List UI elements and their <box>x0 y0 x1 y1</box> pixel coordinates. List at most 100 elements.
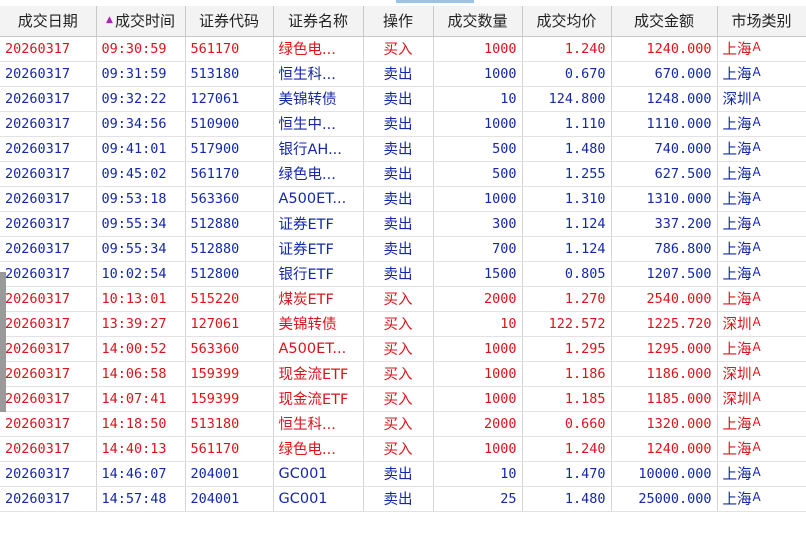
cell-avg-price: 1.255 <box>522 161 612 187</box>
table-row[interactable]: 20260317 10:13:01 515220 煤炭ETF 买入 2000 1.270 25… <box>0 286 806 312</box>
cell-date: 20260317 <box>0 36 97 62</box>
market-name: 深圳 <box>722 92 752 108</box>
cell-time: 09:30:59 <box>96 36 186 62</box>
cell-amount: 1207.500 <box>611 261 718 287</box>
market-name: 上海 <box>722 467 752 483</box>
cell-avg-price: 1.185 <box>522 386 612 412</box>
cell-avg-price: 124.800 <box>522 86 612 112</box>
cell-time: 13:39:27 <box>96 311 186 337</box>
cell-name: 美锦转债 <box>273 311 364 337</box>
column-header-code[interactable]: 证券代码 <box>185 6 274 37</box>
cell-quantity: 1000 <box>433 436 523 462</box>
cell-date: 20260317 <box>0 436 97 462</box>
cell-operation: 卖出 <box>363 86 434 112</box>
cell-amount: 627.500 <box>611 161 718 187</box>
cell-amount: 1110.000 <box>611 111 718 137</box>
table-row[interactable]: 20260317 10:02:54 512800 银行ETF 卖出 1500 0.805 12… <box>0 261 806 287</box>
cell-quantity: 1000 <box>433 186 523 212</box>
cell-name: A500ET... <box>273 336 364 362</box>
cell-date: 20260317 <box>0 461 97 487</box>
cell-date: 20260317 <box>0 311 97 337</box>
cell-time: 14:57:48 <box>96 486 186 512</box>
market-suffix: A <box>752 90 761 104</box>
market-name: 上海 <box>722 67 752 83</box>
table-row[interactable]: 20260317 09:45:02 561170 绿色电... 卖出 500 1.255 62… <box>0 161 806 187</box>
cell-time: 09:55:34 <box>96 211 186 237</box>
cell-market: 上海A <box>717 186 806 212</box>
cell-time: 09:53:18 <box>96 186 186 212</box>
cell-name: 恒生中... <box>273 111 364 137</box>
cell-operation: 卖出 <box>363 61 434 87</box>
column-header-avg-price[interactable]: 成交均价 <box>522 6 612 37</box>
column-header-operation[interactable]: 操作 <box>363 6 434 37</box>
market-suffix: A <box>752 440 761 454</box>
table-row[interactable]: 20260317 14:07:41 159399 现金流ETF 买入 1000 1.185 1… <box>0 386 806 412</box>
table-row[interactable]: 20260317 09:31:59 513180 恒生科... 卖出 1000 0.670 6… <box>0 61 806 87</box>
column-header-market[interactable]: 市场类别 <box>717 6 806 37</box>
table-row[interactable]: 20260317 14:06:58 159399 现金流ETF 买入 1000 1.186 1… <box>0 361 806 387</box>
cell-market: 上海A <box>717 36 806 62</box>
column-header-date[interactable]: 成交日期 <box>0 6 97 37</box>
cell-avg-price: 0.805 <box>522 261 612 287</box>
cell-name: 银行AH... <box>273 136 364 162</box>
market-suffix: A <box>752 40 761 54</box>
cell-quantity: 1000 <box>433 336 523 362</box>
cell-amount: 1185.000 <box>611 386 718 412</box>
cell-code: 159399 <box>185 386 274 412</box>
table-row[interactable]: 20260317 14:00:52 563360 A500ET... 买入 1000 1.2… <box>0 336 806 362</box>
table-row[interactable]: 20260317 14:18:50 513180 恒生科... 买入 2000 0.660 1… <box>0 411 806 437</box>
cell-time: 09:55:34 <box>96 236 186 262</box>
market-suffix: A <box>752 415 761 429</box>
market-name: 上海 <box>722 142 752 158</box>
cell-date: 20260317 <box>0 386 97 412</box>
top-tab-indicator[interactable] <box>396 0 474 3</box>
market-suffix: A <box>752 215 761 229</box>
cell-code: 127061 <box>185 311 274 337</box>
market-suffix: A <box>752 390 761 404</box>
cell-quantity: 700 <box>433 236 523 262</box>
cell-market: 上海A <box>717 111 806 137</box>
cell-code: 204001 <box>185 486 274 512</box>
trade-records-panel: 成交日期 ▲ 成交时间 证券代码 证券名称 操作 成交数量 成交均价 成交金额 市… <box>0 0 806 536</box>
cell-operation: 买入 <box>363 386 434 412</box>
cell-date: 20260317 <box>0 186 97 212</box>
table-row[interactable]: 20260317 09:32:22 127061 美锦转债 卖出 10 124.800 124… <box>0 86 806 112</box>
table-row[interactable]: 20260317 14:40:13 561170 绿色电... 买入 1000 1.240 1… <box>0 436 806 462</box>
market-suffix: A <box>752 265 761 279</box>
table-row[interactable]: 20260317 13:39:27 127061 美锦转债 买入 10 122.572 122… <box>0 311 806 337</box>
cell-date: 20260317 <box>0 336 97 362</box>
market-name: 深圳 <box>722 317 752 333</box>
column-header-quantity[interactable]: 成交数量 <box>433 6 523 37</box>
cell-date: 20260317 <box>0 86 97 112</box>
cell-quantity: 1000 <box>433 361 523 387</box>
table-row[interactable]: 20260317 14:46:07 204001 GC001 卖出 10 1.470 1000… <box>0 461 806 487</box>
table-row[interactable]: 20260317 09:34:56 510900 恒生中... 卖出 1000 1.110 1… <box>0 111 806 137</box>
cell-quantity: 2000 <box>433 411 523 437</box>
column-header-time[interactable]: ▲ 成交时间 <box>96 6 186 37</box>
cell-quantity: 10 <box>433 311 523 337</box>
column-header-name[interactable]: 证券名称 <box>273 6 364 37</box>
table-row[interactable]: 20260317 09:55:34 512880 证券ETF 卖出 700 1.124 786… <box>0 236 806 262</box>
market-suffix: A <box>752 165 761 179</box>
market-suffix: A <box>752 240 761 254</box>
table-row[interactable]: 20260317 09:53:18 563360 A500ET... 卖出 1000 1.3… <box>0 186 806 212</box>
left-resize-handle[interactable] <box>0 272 6 412</box>
cell-code: 561170 <box>185 161 274 187</box>
cell-date: 20260317 <box>0 136 97 162</box>
cell-time: 10:13:01 <box>96 286 186 312</box>
table-header-row: 成交日期 ▲ 成交时间 证券代码 证券名称 操作 成交数量 成交均价 成交金额 市… <box>0 6 806 37</box>
table-row[interactable]: 20260317 09:30:59 561170 绿色电... 买入 1000 1.240 1… <box>0 36 806 62</box>
market-name: 上海 <box>722 417 752 433</box>
table-row[interactable]: 20260317 09:41:01 517900 银行AH... 卖出 500 1.480 7… <box>0 136 806 162</box>
table-row[interactable]: 20260317 09:55:34 512880 证券ETF 卖出 300 1.124 337… <box>0 211 806 237</box>
column-header-amount[interactable]: 成交金额 <box>611 6 718 37</box>
cell-time: 09:45:02 <box>96 161 186 187</box>
cell-quantity: 1500 <box>433 261 523 287</box>
cell-code: 561170 <box>185 436 274 462</box>
sort-ascending-icon: ▲ <box>106 15 113 26</box>
cell-market: 上海A <box>717 411 806 437</box>
cell-avg-price: 1.240 <box>522 36 612 62</box>
cell-market: 上海A <box>717 286 806 312</box>
cell-market: 深圳A <box>717 311 806 337</box>
table-row[interactable]: 20260317 14:57:48 204001 GC001 卖出 25 1.480 2500… <box>0 486 806 512</box>
